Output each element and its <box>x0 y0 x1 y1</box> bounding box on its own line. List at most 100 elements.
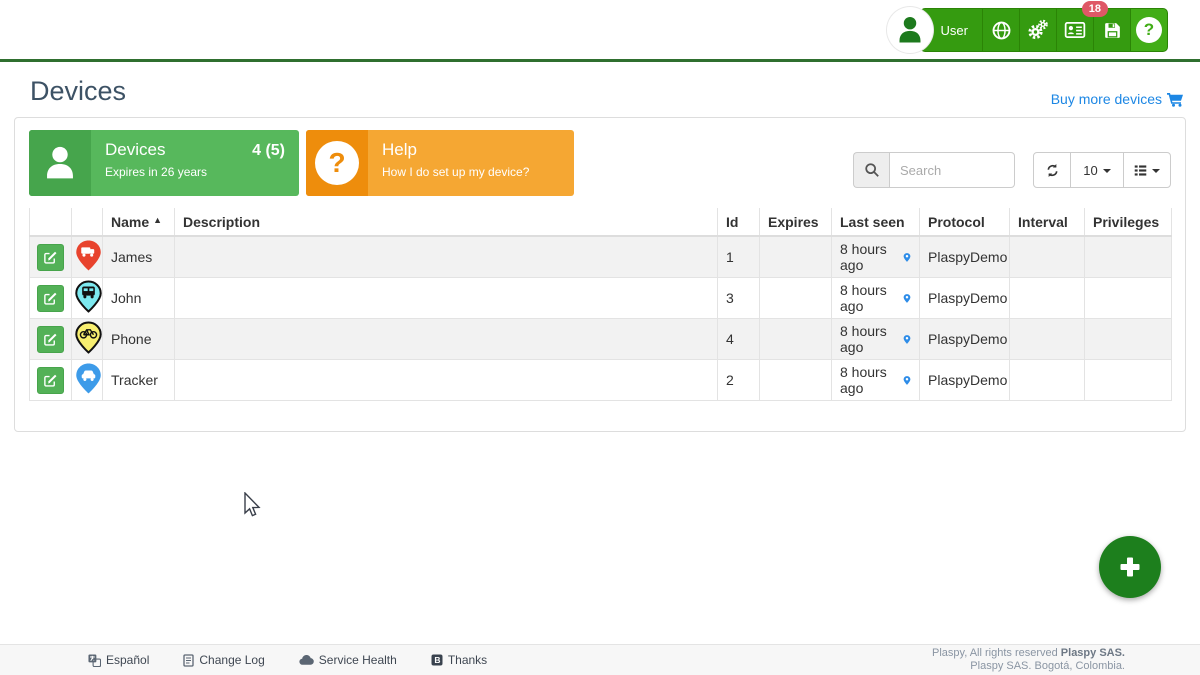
cell-interval <box>1010 360 1085 401</box>
search-icon <box>864 162 880 178</box>
globe-icon <box>991 20 1012 41</box>
column-header-name[interactable]: Name▲ <box>103 208 175 236</box>
cell-device-icon <box>72 319 103 360</box>
cell-id: 2 <box>718 360 760 401</box>
list-columns-icon <box>1134 163 1147 178</box>
cloud-icon <box>299 655 314 666</box>
cell-expires <box>760 278 832 319</box>
cell-description <box>175 319 718 360</box>
location-pin-icon[interactable] <box>903 333 911 346</box>
user-silhouette-icon <box>39 142 81 184</box>
cell-protocol: PlaspyDemo <box>920 236 1010 278</box>
column-header-interval[interactable]: Interval <box>1010 208 1085 236</box>
search-addon <box>853 152 889 188</box>
cell-edit <box>30 319 72 360</box>
help-card[interactable]: ? Help How I do set up my device? <box>306 130 574 196</box>
cell-interval <box>1010 278 1085 319</box>
cell-device-icon <box>72 278 103 319</box>
location-pin-icon[interactable] <box>903 374 911 387</box>
caret-down-icon <box>1103 169 1111 173</box>
cell-expires <box>760 319 832 360</box>
user-label: User <box>941 23 968 38</box>
page-size-dropdown[interactable]: 10 <box>1070 152 1124 188</box>
devices-summary-card[interactable]: Devices 4 (5) Expires in 26 years <box>29 130 299 196</box>
view-options-dropdown[interactable] <box>1123 152 1171 188</box>
plus-icon <box>1114 551 1146 583</box>
buy-more-devices-link[interactable]: Buy more devices <box>1051 91 1184 107</box>
column-header-privileges[interactable]: Privileges <box>1085 208 1172 236</box>
help-card-subtitle: How I do set up my device? <box>382 165 560 179</box>
shopping-cart-icon <box>1167 92 1184 107</box>
cell-protocol: PlaspyDemo <box>920 360 1010 401</box>
edit-device-button[interactable] <box>37 326 64 353</box>
mouse-cursor <box>243 492 263 520</box>
table-row: Tracker28 hours agoPlaspyDemo <box>30 360 1172 401</box>
page-size-value: 10 <box>1083 163 1097 178</box>
edit-icon <box>43 373 58 388</box>
svg-text:B: B <box>434 655 440 665</box>
cell-protocol: PlaspyDemo <box>920 319 1010 360</box>
devices-panel: Devices 4 (5) Expires in 26 years ? Help… <box>14 117 1186 432</box>
location-pin-icon[interactable] <box>903 251 911 264</box>
help-button[interactable]: ? <box>1130 8 1168 52</box>
edit-device-button[interactable] <box>37 285 64 312</box>
devices-card-title: Devices <box>105 140 165 160</box>
table-row: Phone 4 8 hours agoPlaspyDemo <box>30 319 1172 360</box>
column-header-expires[interactable]: Expires <box>760 208 832 236</box>
device-pin-icon <box>74 280 103 313</box>
add-device-button[interactable] <box>1099 536 1161 598</box>
cell-edit <box>30 278 72 319</box>
location-pin-icon[interactable] <box>903 292 911 305</box>
column-header-last-seen[interactable]: Last seen <box>832 208 920 236</box>
cell-interval <box>1010 236 1085 278</box>
search-input[interactable] <box>889 152 1015 188</box>
table-controls: 10 <box>1033 152 1171 188</box>
edit-device-button[interactable] <box>37 244 64 271</box>
footer-link-service-health[interactable]: Service Health <box>299 653 397 667</box>
cell-name[interactable]: John <box>103 278 175 319</box>
column-header-description[interactable]: Description <box>175 208 718 236</box>
devices-table: Name▲DescriptionIdExpiresLast seenProtoc… <box>29 208 1172 401</box>
footer-link-label: Español <box>106 653 149 667</box>
footer-link-espanol[interactable]: Español <box>88 653 149 667</box>
devices-count: 4 (5) <box>252 142 285 160</box>
user-avatar-icon <box>893 13 927 47</box>
save-icon <box>1102 20 1123 41</box>
footer-link-change-log[interactable]: Change Log <box>183 653 264 667</box>
device-pin-icon <box>74 362 103 395</box>
footer-link-label: Service Health <box>319 653 397 667</box>
cell-name[interactable]: Tracker <box>103 360 175 401</box>
footer-link-label: Change Log <box>199 653 264 667</box>
copyright: Plaspy, All rights reserved Plaspy SAS. … <box>932 647 1125 673</box>
cell-name[interactable]: James <box>103 236 175 278</box>
device-pin-icon <box>74 239 103 272</box>
globe-button[interactable] <box>982 8 1020 52</box>
cell-privileges <box>1085 360 1172 401</box>
edit-device-button[interactable] <box>37 367 64 394</box>
top-header: 18 User <box>0 0 1200 62</box>
footer: Español Change Log Service Health B Thanks P… <box>0 644 1200 675</box>
footer-link-label: Thanks <box>448 653 487 667</box>
caret-down-icon <box>1152 169 1160 173</box>
cell-device-icon <box>72 360 103 401</box>
cell-id: 3 <box>718 278 760 319</box>
cell-privileges <box>1085 319 1172 360</box>
cell-id: 4 <box>718 319 760 360</box>
edit-icon <box>43 291 58 306</box>
cell-name[interactable]: Phone <box>103 319 175 360</box>
column-header-id[interactable]: Id <box>718 208 760 236</box>
refresh-button[interactable] <box>1033 152 1071 188</box>
notification-badge[interactable]: 18 <box>1082 1 1108 17</box>
language-icon <box>88 654 101 667</box>
devices-expiry-text: Expires in 26 years <box>105 165 285 179</box>
thanks-icon: B <box>431 654 443 666</box>
avatar[interactable] <box>887 7 933 53</box>
cell-id: 1 <box>718 236 760 278</box>
table-row: John38 hours agoPlaspyDemo <box>30 278 1172 319</box>
settings-button[interactable] <box>1019 8 1057 52</box>
cell-description <box>175 278 718 319</box>
cell-last-seen: 8 hours ago <box>832 319 920 360</box>
column-header-protocol[interactable]: Protocol <box>920 208 1010 236</box>
footer-link-thanks[interactable]: B Thanks <box>431 653 487 667</box>
copyright-line1: Plaspy, All rights reserved <box>932 647 1061 659</box>
